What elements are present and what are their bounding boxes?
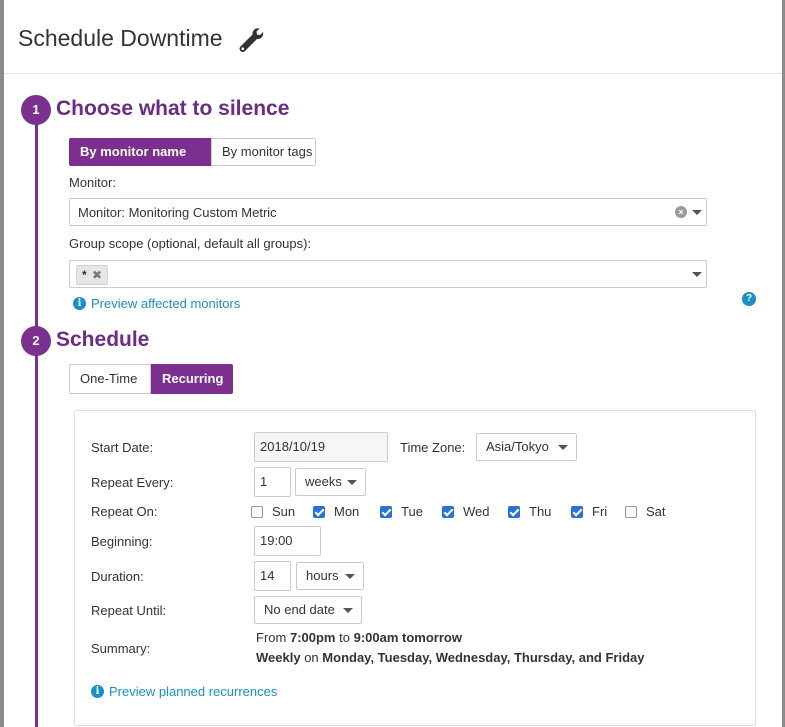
schedule-type-tabs: One-Time Recurring [69, 364, 233, 394]
steps-timeline [35, 110, 38, 727]
chevron-down-icon[interactable] [692, 272, 702, 277]
summary-to: to [339, 630, 350, 645]
monitor-select[interactable]: Monitor: Monitoring Custom Metric × [69, 198, 707, 226]
preview-affected-monitors-link[interactable]: i Preview affected monitors [73, 296, 240, 311]
summary-on: on [304, 650, 319, 665]
repeat-every-unit-select[interactable]: weeks [295, 468, 366, 496]
duration-unit-select[interactable]: hours [296, 562, 364, 590]
duration-unit-value: hours [306, 568, 339, 583]
duration-label: Duration: [91, 569, 144, 584]
tab-by-monitor-name[interactable]: By monitor name [69, 138, 211, 166]
repeat-until-select[interactable]: No end date [254, 596, 362, 624]
repeat-on-label: Repeat On: [91, 504, 158, 519]
day-label: Sat [646, 504, 666, 519]
schedule-downtime-modal: Schedule Downtime 1 Choose what to silen… [4, 0, 782, 727]
checkbox[interactable] [442, 505, 454, 518]
day-checkbox-mon[interactable]: Mon [313, 504, 359, 519]
checkbox[interactable] [508, 505, 520, 518]
summary-end-time: 9:00am tomorrow [353, 630, 462, 645]
tab-one-time[interactable]: One-Time [69, 364, 151, 394]
step-1-title: Choose what to silence [56, 97, 290, 120]
day-checkbox-sat[interactable]: Sat [625, 504, 666, 519]
repeat-every-label: Repeat Every: [91, 475, 174, 490]
time-zone-select[interactable]: Asia/Tokyo [476, 433, 577, 461]
chevron-down-icon [343, 608, 353, 613]
start-date-input[interactable]: 2018/10/19 [254, 432, 388, 462]
chevron-down-icon[interactable] [692, 210, 702, 215]
day-label: Tue [401, 504, 423, 519]
repeat-every-input[interactable]: 1 [254, 467, 291, 497]
day-label: Fri [592, 504, 608, 519]
help-icon[interactable]: ? [742, 292, 756, 306]
summary-text: From 7:00pm to 9:00am tomorrow Weekly on… [256, 628, 644, 668]
checkbox[interactable] [380, 505, 392, 518]
step-2-title: Schedule [56, 328, 150, 351]
checkbox[interactable] [251, 505, 263, 518]
group-scope-select[interactable]: * ✖ [69, 260, 707, 288]
group-tag-label: * [82, 268, 87, 282]
beginning-time-input[interactable]: 19:00 [254, 526, 321, 556]
info-icon: i [73, 297, 86, 310]
summary-label: Summary: [91, 641, 151, 656]
day-checkbox-thu[interactable]: Thu [508, 504, 551, 519]
day-checkbox-wed[interactable]: Wed [442, 504, 490, 519]
modal-header: Schedule Downtime [4, 0, 782, 74]
wrench-icon [239, 28, 264, 52]
checkbox[interactable] [571, 505, 583, 518]
tab-by-monitor-tags[interactable]: By monitor tags [211, 138, 316, 166]
preview-affected-monitors-label: Preview affected monitors [91, 296, 241, 311]
day-label: Thu [529, 504, 552, 519]
chevron-down-icon [345, 574, 355, 579]
group-scope-label: Group scope (optional, default all group… [69, 236, 312, 251]
clear-icon[interactable]: × [675, 206, 687, 218]
checkbox[interactable] [625, 505, 637, 518]
summary-frequency: Weekly [256, 650, 301, 665]
day-checkbox-fri[interactable]: Fri [571, 504, 607, 519]
duration-input[interactable]: 14 [254, 561, 291, 591]
start-date-label: Start Date: [91, 440, 154, 455]
step-1-badge: 1 [21, 95, 51, 125]
chevron-down-icon [558, 445, 568, 450]
summary-line-2: Weekly on Monday, Tuesday, Wednesday, Th… [256, 648, 644, 668]
time-zone-value: Asia/Tokyo [486, 439, 549, 454]
day-label: Sun [272, 504, 296, 519]
preview-planned-recurrences-link[interactable]: i Preview planned recurrences [91, 684, 277, 699]
modal-title: Schedule Downtime [18, 25, 223, 51]
day-checkbox-sun[interactable]: Sun [251, 504, 295, 519]
preview-planned-recurrences-label: Preview planned recurrences [109, 684, 278, 699]
remove-tag-icon[interactable]: ✖ [89, 268, 102, 282]
beginning-label: Beginning: [91, 534, 153, 549]
checkbox[interactable] [313, 505, 325, 518]
chevron-down-icon [347, 480, 357, 485]
day-checkbox-tue[interactable]: Tue [380, 504, 423, 519]
info-icon: i [91, 685, 104, 698]
recurring-schedule-panel [74, 410, 756, 726]
repeat-until-value: No end date [264, 602, 335, 617]
tab-recurring[interactable]: Recurring [151, 364, 233, 394]
summary-days: Monday, Tuesday, Wednesday, Thursday, an… [322, 650, 645, 665]
monitor-selection-tabs: By monitor name By monitor tags [69, 138, 316, 166]
repeat-until-label: Repeat Until: [91, 603, 167, 618]
summary-start-time: 7:00pm [289, 630, 336, 645]
time-zone-label: Time Zone: [400, 440, 466, 455]
day-label: Wed [463, 504, 490, 519]
summary-from: From [256, 630, 287, 645]
monitor-label: Monitor: [69, 175, 116, 190]
monitor-select-value: Monitor: Monitoring Custom Metric [78, 205, 277, 220]
group-tag-chip: * ✖ [76, 265, 109, 285]
step-2-badge: 2 [21, 326, 51, 356]
day-label: Mon [334, 504, 360, 519]
summary-line-1: From 7:00pm to 9:00am tomorrow [256, 628, 644, 648]
repeat-every-unit-value: weeks [305, 474, 342, 489]
